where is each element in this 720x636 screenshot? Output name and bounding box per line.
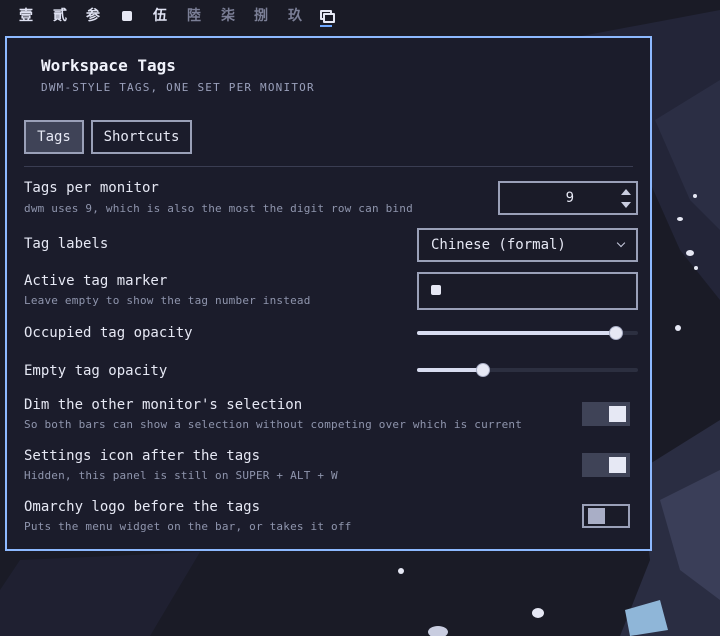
tag-labels-value: Chinese (formal) — [431, 237, 566, 253]
slider-handle[interactable] — [608, 326, 623, 340]
tag-9[interactable]: 玖 — [284, 6, 306, 26]
empty-opacity-label: Empty tag opacity — [24, 363, 168, 379]
slider-handle[interactable] — [476, 363, 491, 377]
tags-per-monitor-hint: dwm uses 9, which is also the most the d… — [24, 202, 413, 215]
tag-5[interactable]: 伍 — [149, 6, 171, 26]
omarchy-logo-toggle[interactable] — [582, 504, 630, 528]
increment-arrow-icon[interactable] — [621, 189, 631, 195]
tab-tags[interactable]: Tags — [24, 120, 84, 154]
workspace-bar: 壹 貳 参 伍 陸 柒 捌 玖 — [0, 0, 720, 32]
active-marker-label: Active tag marker — [24, 273, 168, 289]
tag-labels-label: Tag labels — [24, 236, 109, 252]
tag-labels-dropdown[interactable]: Chinese (formal) — [417, 228, 638, 262]
tags-per-monitor-label: Tags per monitor — [24, 180, 159, 196]
tag-8[interactable]: 捌 — [250, 6, 272, 26]
tags-per-monitor-spinbox[interactable]: 9 — [498, 181, 638, 215]
dim-selection-hint: So both bars can show a selection withou… — [24, 418, 523, 431]
tab-shortcuts[interactable]: Shortcuts — [91, 120, 192, 154]
active-marker-hint: Leave empty to show the tag number inste… — [24, 294, 311, 307]
occupied-opacity-label: Occupied tag opacity — [24, 325, 193, 341]
tags-per-monitor-value: 9 — [565, 190, 574, 206]
occupied-opacity-slider[interactable] — [417, 324, 638, 342]
tag-7[interactable]: 柒 — [217, 6, 239, 26]
panel-subtitle: DWM-STYLE TAGS, ONE SET PER MONITOR — [41, 81, 315, 94]
omarchy-logo-hint: Puts the menu widget on the bar, or take… — [24, 520, 352, 533]
tag-4-active[interactable] — [116, 6, 138, 26]
tag-2[interactable]: 貳 — [49, 6, 71, 26]
tag-6[interactable]: 陸 — [183, 6, 205, 26]
dim-selection-label: Dim the other monitor's selection — [24, 397, 303, 413]
square-marker-icon — [431, 285, 441, 295]
active-marker-icon — [122, 11, 132, 21]
empty-opacity-slider[interactable] — [417, 361, 638, 379]
omarchy-logo-label: Omarchy logo before the tags — [24, 499, 261, 515]
workspace-tags-panel: Workspace Tags DWM-STYLE TAGS, ONE SET P… — [5, 36, 652, 551]
decrement-arrow-icon[interactable] — [621, 202, 631, 208]
tag-3[interactable]: 参 — [82, 6, 104, 26]
active-marker-input[interactable] — [417, 272, 638, 310]
settings-icon-hint: Hidden, this panel is still on SUPER + A… — [24, 469, 338, 482]
tabs-divider — [24, 166, 633, 167]
settings-icon-toggle[interactable] — [582, 453, 630, 477]
settings-windows-icon[interactable] — [318, 7, 335, 29]
settings-icon-label: Settings icon after the tags — [24, 448, 261, 464]
panel-title: Workspace Tags — [41, 56, 176, 75]
chevron-down-icon — [616, 238, 626, 248]
dim-selection-toggle[interactable] — [582, 402, 630, 426]
tag-1[interactable]: 壹 — [15, 6, 37, 26]
